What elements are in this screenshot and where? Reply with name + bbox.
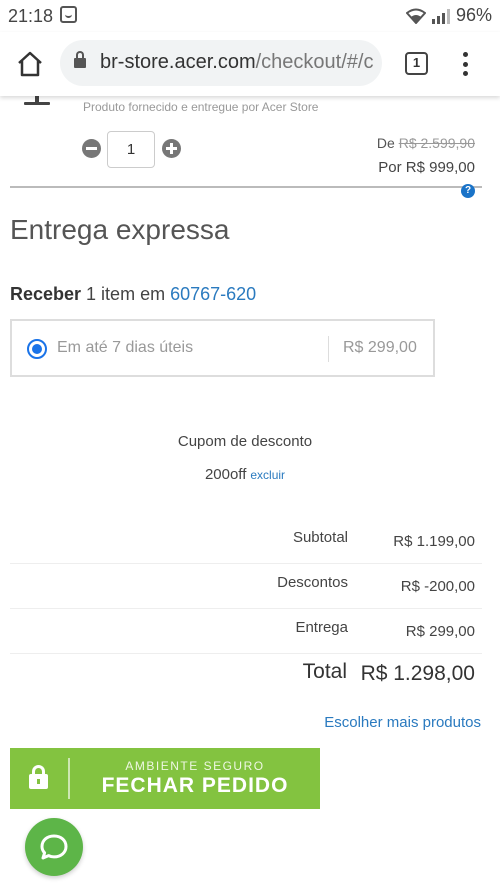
grand-total-value: R$ 1.298,00	[360, 662, 475, 685]
original-price-value: R$ 2.599,90	[398, 135, 475, 151]
total-row-value: R$ -200,00	[400, 578, 475, 595]
checkout-button[interactable]: AMBIENTE SEGURO FECHAR PEDIDO	[10, 748, 320, 809]
shipping-option-label: Em até 7 dias úteis	[57, 339, 194, 356]
original-price: De R$ 2.599,90	[377, 135, 475, 151]
lock-icon	[74, 51, 86, 69]
url-domain: br-store.acer.com	[100, 51, 256, 73]
tab-switcher-button[interactable]: 1	[405, 52, 428, 75]
browser-toolbar: br-store.acer.com/checkout/#/c 1	[0, 32, 500, 96]
battery-level: 96%	[455, 5, 492, 25]
choose-more-products-link[interactable]: Escolher mais produtos	[324, 714, 481, 731]
total-row-label: Subtotal	[292, 529, 348, 546]
total-row-value: R$ 299,00	[405, 623, 475, 640]
quantity-increase-button[interactable]	[162, 139, 181, 158]
checkout-button-label: FECHAR PEDIDO	[101, 774, 289, 797]
more-vert-icon[interactable]	[460, 52, 470, 76]
chat-button[interactable]	[25, 818, 83, 876]
shipping-option[interactable]: Em até 7 dias úteis R$ 299,00	[10, 319, 435, 377]
shipping-row: Entrega R$ 299,00	[10, 609, 482, 654]
coupon-title: Cupom de desconto	[177, 433, 313, 450]
delivery-title: Entrega expressa	[10, 214, 230, 245]
seller-info: Produto fornecido e entregue por Acer St…	[83, 100, 319, 114]
discount-row: Descontos R$ -200,00	[10, 564, 482, 609]
wifi-icon	[405, 8, 426, 24]
receive-items: 1 item em	[81, 284, 171, 304]
status-indicators: 96%	[405, 5, 492, 26]
shipping-option-price: R$ 299,00	[343, 339, 417, 356]
quantity-input[interactable]: 1	[107, 131, 155, 168]
total-row-label: Entrega	[295, 619, 348, 636]
help-icon[interactable]: ?	[461, 184, 475, 198]
secure-environment-label: AMBIENTE SEGURO	[125, 759, 265, 773]
url-path: /checkout/#/c	[255, 51, 374, 73]
url-text[interactable]: br-store.acer.com/checkout/#/c	[100, 51, 373, 74]
price-from-label: De	[376, 135, 395, 151]
total-row-label: Descontos	[277, 574, 348, 591]
receive-label: Receber	[10, 284, 82, 304]
status-time: 21:18	[8, 6, 54, 26]
address-bar[interactable]: br-store.acer.com/checkout/#/c	[60, 40, 382, 86]
product-image	[24, 96, 50, 106]
status-bar: 21:18 96%	[0, 0, 500, 32]
grand-total-label: Total	[302, 660, 347, 683]
signal-icon	[431, 8, 450, 24]
coupon-applied: 200off excluir	[0, 466, 490, 483]
home-icon[interactable]	[16, 50, 44, 78]
lock-icon	[29, 765, 48, 789]
receive-summary: Receber 1 item em 60767-620	[10, 284, 256, 305]
sale-price: Por R$ 999,00	[378, 159, 475, 176]
chat-bubble-icon	[40, 834, 68, 860]
coupon-code: 200off	[204, 466, 247, 483]
quantity-decrease-button[interactable]	[82, 139, 101, 158]
divider	[10, 186, 482, 188]
radio-selected-icon[interactable]	[27, 339, 47, 359]
subtotal-row: Subtotal R$ 1.199,00	[10, 519, 482, 564]
total-row-value: R$ 1.199,00	[393, 533, 475, 550]
shipping-separator	[328, 336, 329, 362]
app-notification-icon	[60, 6, 77, 23]
coupon-remove-link[interactable]: excluir	[250, 468, 285, 482]
postal-code-link[interactable]: 60767-620	[170, 284, 256, 304]
